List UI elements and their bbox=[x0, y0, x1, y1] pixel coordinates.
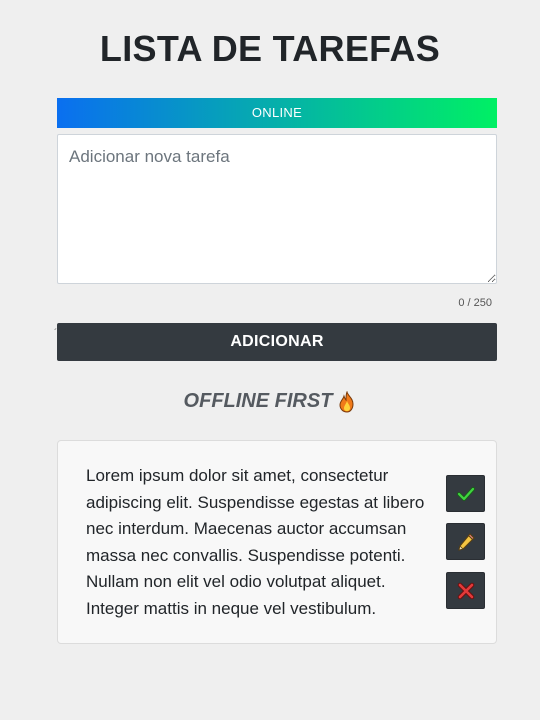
section-heading: OFFLINE FIRST bbox=[0, 390, 540, 413]
pencil-icon bbox=[457, 532, 475, 551]
page-title: LISTA DE TAREFAS bbox=[99, 28, 441, 69]
edit-task-button[interactable] bbox=[446, 523, 485, 560]
add-task-button[interactable]: ADICIONAR bbox=[57, 323, 497, 361]
check-icon bbox=[456, 486, 475, 501]
complete-task-button[interactable] bbox=[446, 475, 485, 512]
task-text: Lorem ipsum dolor sit amet, consectetur … bbox=[86, 466, 425, 618]
character-counter: 0 / 250 bbox=[458, 297, 492, 309]
cross-icon bbox=[457, 582, 474, 599]
delete-task-button[interactable] bbox=[446, 572, 485, 609]
section-heading-text: OFFLINE FIRST bbox=[183, 390, 333, 412]
new-task-input[interactable] bbox=[57, 134, 497, 284]
fire-icon bbox=[339, 390, 354, 413]
connection-status-bar: ONLINE bbox=[57, 98, 497, 128]
task-card: Lorem ipsum dolor sit amet, consectetur … bbox=[57, 440, 497, 644]
